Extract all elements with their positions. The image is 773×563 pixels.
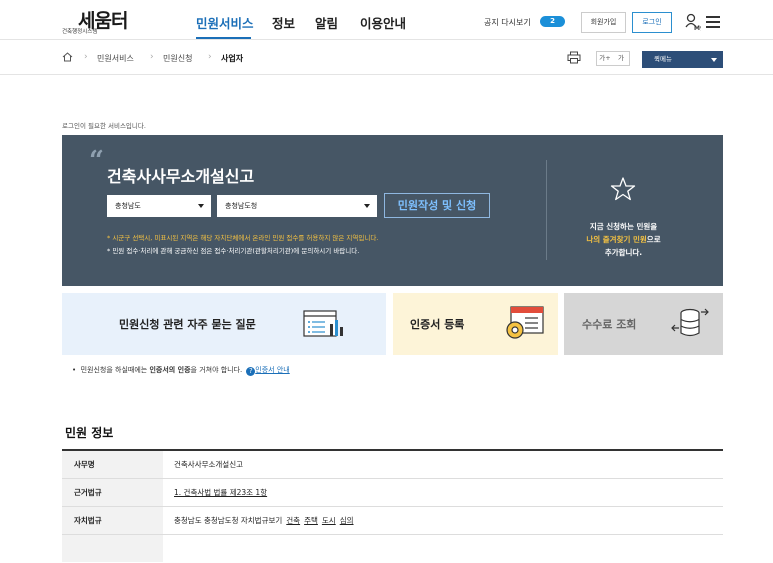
logo-subtitle: 건축행정시스템 [62,29,98,35]
hint-bold: 인증서의 인증 [149,366,191,374]
breadcrumb-separator: › [150,52,154,62]
quick-menu-select[interactable]: 퀵메뉴 [642,51,723,68]
nav-civil-service[interactable]: 민원서비스 [196,13,254,32]
table-row: 자치법규 충청남도 충청남도청 자치법규보기 건축 주택 도시 심의 [62,507,723,535]
row-label: 자치법규 [62,507,163,534]
favorite-text-line2: 나의 즐겨찾기 민원으로 [546,234,701,245]
print-icon[interactable] [567,51,581,64]
ordinance-link-housing[interactable]: 주택 [304,516,318,525]
row-label [62,535,163,562]
quote-mark-icon: “ [89,146,104,176]
join-button[interactable]: 회원가입 [581,12,626,33]
database-icon [671,308,709,337]
table-row: 근거법규 1. 건축사법 법률 제23조 1항 [62,479,723,507]
nav-guide[interactable]: 이용안내 [360,13,406,32]
law-link[interactable]: 1. 건축사법 법률 제23조 1항 [174,479,267,506]
panel-title: 건축사사무소개설신고 [107,167,255,186]
faq-board-icon [303,310,343,337]
faq-card-label: 민원신청 관련 자주 묻는 질문 [119,318,256,331]
fee-lookup-card[interactable]: 수수료 조회 [564,293,723,355]
sigungu-select-value: 충청남도청 [225,202,258,210]
certificate-gear-icon [506,306,544,339]
notice-replay-label[interactable]: 공지 다시보기 [484,17,531,28]
home-icon[interactable] [62,52,73,62]
faq-card[interactable]: 민원신청 관련 자주 묻는 질문 [62,293,386,355]
row-label: 사무명 [62,451,163,478]
cert-guide-link[interactable]: 인증서 안내 [255,366,289,374]
login-button[interactable]: 로그인 [632,12,672,33]
breadcrumb-current: 사업자 [221,54,244,63]
fee-card-label: 수수료 조회 [582,318,637,331]
breadcrumb-application[interactable]: 민원신청 [163,53,192,64]
cert-card-label: 인증서 등록 [410,318,465,331]
nav-info[interactable]: 정보 [272,13,295,32]
breadcrumb-separator: › [208,52,212,62]
nav-notice[interactable]: 알림 [315,13,338,32]
favorite-text-line3: 추가합니다. [604,248,643,257]
hamburger-menu-icon[interactable] [706,16,720,28]
hint-suffix: 을 거쳐야 합니다. [190,366,243,374]
quick-menu-label: 퀵메뉴 [654,55,672,63]
favorite-text-line2-rest: 으로 [646,235,661,244]
panel-divider [546,160,547,260]
nav-active-indicator [196,37,251,39]
font-increase-button[interactable]: 가+ [597,52,613,65]
favorite-highlight: 나의 즐겨찾기 민원 [586,235,647,244]
svg-text:My: My [694,25,701,31]
region-warning: * 시군구 선택시, 미표시된 지역은 해당 자치단체에서 온라인 민원 접수를… [107,234,379,242]
row-value: 충청남도 충청남도청 자치법규보기 [174,516,283,525]
favorite-text-line1: 지금 신청하는 민원을 [589,222,658,231]
row-value-group: 충청남도 충청남도청 자치법규보기 건축 주택 도시 심의 [174,507,354,534]
breadcrumb-separator: › [84,52,88,62]
chevron-down-icon [364,204,370,208]
contact-info: * 민원 접수·처리에 관해 궁금하신 점은 접수·처리기관(관할처리기관)에 … [107,247,360,255]
help-icon: ? [246,367,256,376]
cert-register-card[interactable]: 인증서 등록 [393,293,558,355]
sido-select[interactable]: 충청남도 [107,195,211,217]
chevron-down-icon [711,58,717,62]
table-row [62,535,723,563]
table-row: 사무명 건축사사무소개설신고 [62,451,723,479]
certificate-hint: • 민원신청을 하실때에는 인증서의 인증을 거쳐야 합니다.? 인증서 안내 [72,366,290,376]
sido-select-value: 충청남도 [115,202,141,210]
section-title: 민원 정보 [65,426,114,440]
my-page-icon[interactable]: My [685,13,701,31]
font-size-control: 가+ 가 [596,51,630,66]
star-icon[interactable] [610,176,636,202]
breadcrumb: › 민원서비스 › 민원신청 › 사업자 가+ 가 퀵메뉴 [0,41,773,75]
hint-prefix: 민원신청을 하실때에는 [80,366,150,374]
site-logo[interactable]: 세움터 건축행정시스템 [62,6,140,36]
ordinance-link-building[interactable]: 건축 [286,516,300,525]
ordinance-link-review[interactable]: 심의 [340,516,354,525]
login-required-note: 로그인이 필요한 서비스입니다. [62,122,146,130]
row-value: 건축사사무소개설신고 [174,460,243,469]
top-header: 세움터 건축행정시스템 민원서비스 정보 알림 이용안내 공지 다시보기 2 회… [0,0,773,40]
ordinance-link-city[interactable]: 도시 [322,516,336,525]
apply-button[interactable]: 민원작성 및 신청 [384,193,490,218]
breadcrumb-civil-service[interactable]: 민원서비스 [97,53,134,64]
chevron-down-icon [198,204,204,208]
sigungu-select[interactable]: 충청남도청 [217,195,377,217]
font-decrease-button[interactable]: 가 [613,52,629,65]
row-label: 근거법규 [62,479,163,506]
notice-toggle[interactable]: 2 [540,16,565,27]
